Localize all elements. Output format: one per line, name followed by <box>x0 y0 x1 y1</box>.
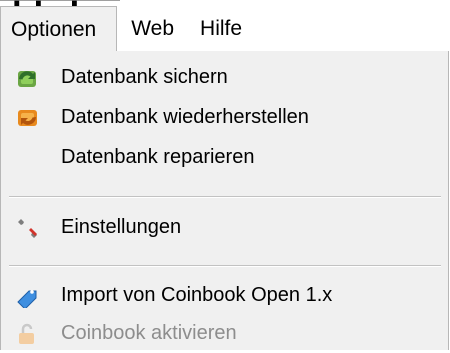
menu-item-datenbank-sichern[interactable]: Datenbank sichern <box>1 59 448 97</box>
menu-separator <box>9 196 441 198</box>
menu-item-label: Import von Coinbook Open 1.x <box>61 284 333 306</box>
menu-item-coinbook-aktivieren[interactable]: Coinbook aktivieren <box>1 315 448 353</box>
menu-item-einstellungen[interactable]: Einstellungen <box>1 209 448 247</box>
menu-bar: Optionen Web Hilfe <box>0 6 450 52</box>
menu-item-label: Datenbank reparieren <box>61 146 255 168</box>
tag-icon <box>15 284 41 310</box>
menu-separator <box>9 265 441 267</box>
menu-item-label: Datenbank wiederherstellen <box>61 106 309 128</box>
restore-icon <box>15 106 41 130</box>
menu-item-label: Coinbook aktivieren <box>61 322 237 344</box>
lock-icon <box>15 322 41 346</box>
menu-item-import-coinbook[interactable]: Import von Coinbook Open 1.x <box>1 277 448 315</box>
backup-icon <box>15 66 41 90</box>
menu-item-datenbank-reparieren[interactable]: Datenbank reparieren <box>1 139 448 177</box>
menu-item-datenbank-wiederherstellen[interactable]: Datenbank wiederherstellen <box>1 99 448 137</box>
menu-item-label: Einstellungen <box>61 216 182 238</box>
menu-hilfe[interactable]: Hilfe <box>188 6 254 52</box>
menu-optionen[interactable]: Optionen <box>0 6 118 52</box>
wrench-icon <box>15 216 41 240</box>
menu-web[interactable]: Web <box>117 6 188 52</box>
menu-item-label: Datenbank sichern <box>61 66 228 88</box>
optionen-dropdown: Datenbank sichern Datenbank wiederherste… <box>0 51 449 350</box>
